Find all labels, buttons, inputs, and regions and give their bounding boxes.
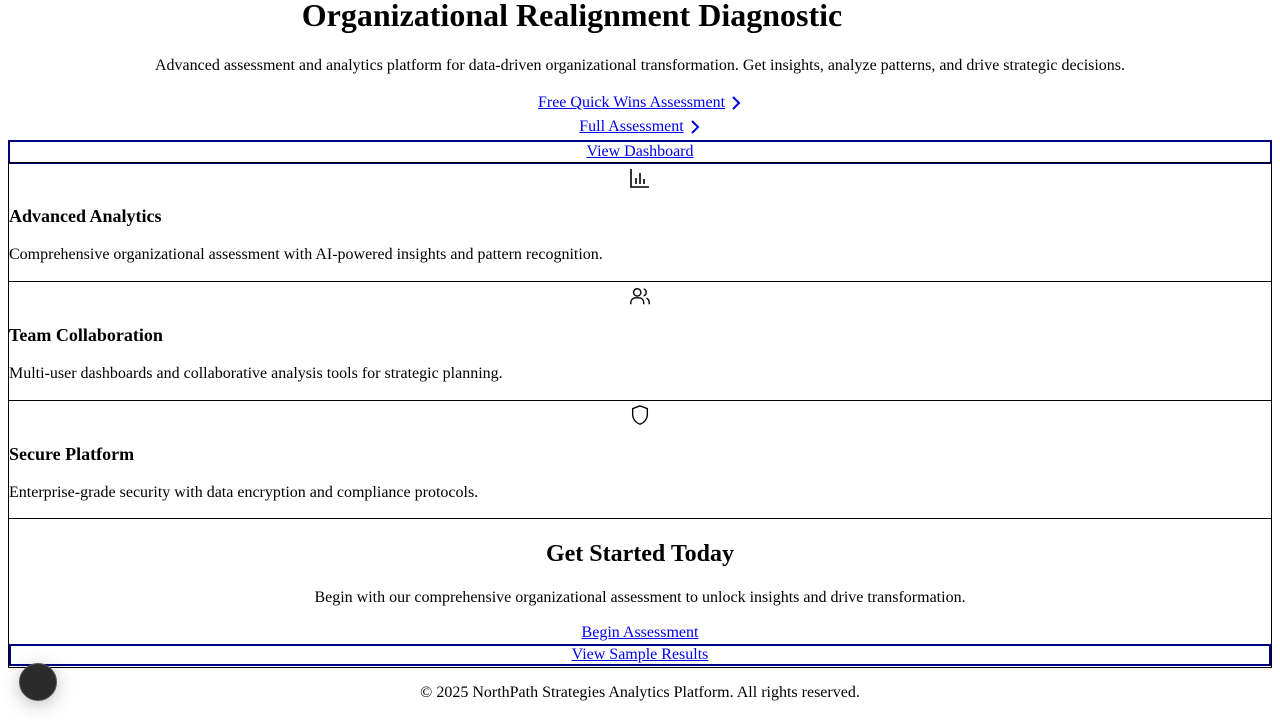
users-icon: [630, 287, 650, 305]
begin-assessment-link[interactable]: Begin Assessment: [582, 624, 699, 641]
shield-icon: [631, 405, 649, 425]
feature-card-security: Secure Platform Enterprise-grade securit…: [8, 400, 1272, 519]
get-started-section: Get Started Today Begin with our compreh…: [8, 518, 1272, 668]
cta-text: Begin with our comprehensive organizatio…: [314, 589, 966, 606]
quick-wins-row: Free Quick Wins Assessment: [0, 93, 1280, 113]
chevron-right-icon: [691, 120, 700, 134]
view-dashboard-link[interactable]: View Dashboard: [586, 143, 693, 160]
cta-title: Get Started Today: [545, 541, 734, 567]
feature-card-collaboration: Team Collaboration Multi-user dashboards…: [8, 281, 1272, 401]
view-sample-results-link[interactable]: View Sample Results: [572, 646, 709, 663]
full-assessment-label: Full Assessment: [579, 118, 684, 135]
quick-wins-assessment-link[interactable]: Free Quick Wins Assessment: [538, 93, 742, 113]
chevron-right-icon: [732, 96, 741, 110]
quick-wins-label: Free Quick Wins Assessment: [537, 94, 726, 111]
feature-title: Team Collaboration: [9, 325, 163, 345]
full-assessment-row: Full Assessment: [0, 117, 1280, 137]
floating-action-button[interactable]: [19, 663, 57, 701]
begin-assessment-row: Begin Assessment: [9, 623, 1271, 643]
view-dashboard-button[interactable]: View Dashboard: [8, 140, 1272, 164]
bar-chart-icon: [630, 169, 649, 188]
page-title: Organizational Realignment Diagnostic: [301, 0, 843, 33]
hero-subtitle: Advanced assessment and analytics platfo…: [154, 57, 1126, 74]
view-sample-results-button[interactable]: View Sample Results: [9, 644, 1271, 666]
full-assessment-link[interactable]: Full Assessment: [579, 117, 700, 137]
feature-title: Advanced Analytics: [9, 206, 162, 226]
feature-description: Enterprise-grade security with data encr…: [9, 484, 479, 501]
feature-description: Multi-user dashboards and collaborative …: [9, 365, 503, 382]
feature-title: Secure Platform: [9, 444, 135, 464]
feature-card-analytics: Advanced Analytics Comprehensive organiz…: [8, 162, 1272, 282]
feature-description: Comprehensive organizational assessment …: [9, 246, 603, 263]
footer-copyright: © 2025 NorthPath Strategies Analytics Pl…: [420, 684, 860, 701]
